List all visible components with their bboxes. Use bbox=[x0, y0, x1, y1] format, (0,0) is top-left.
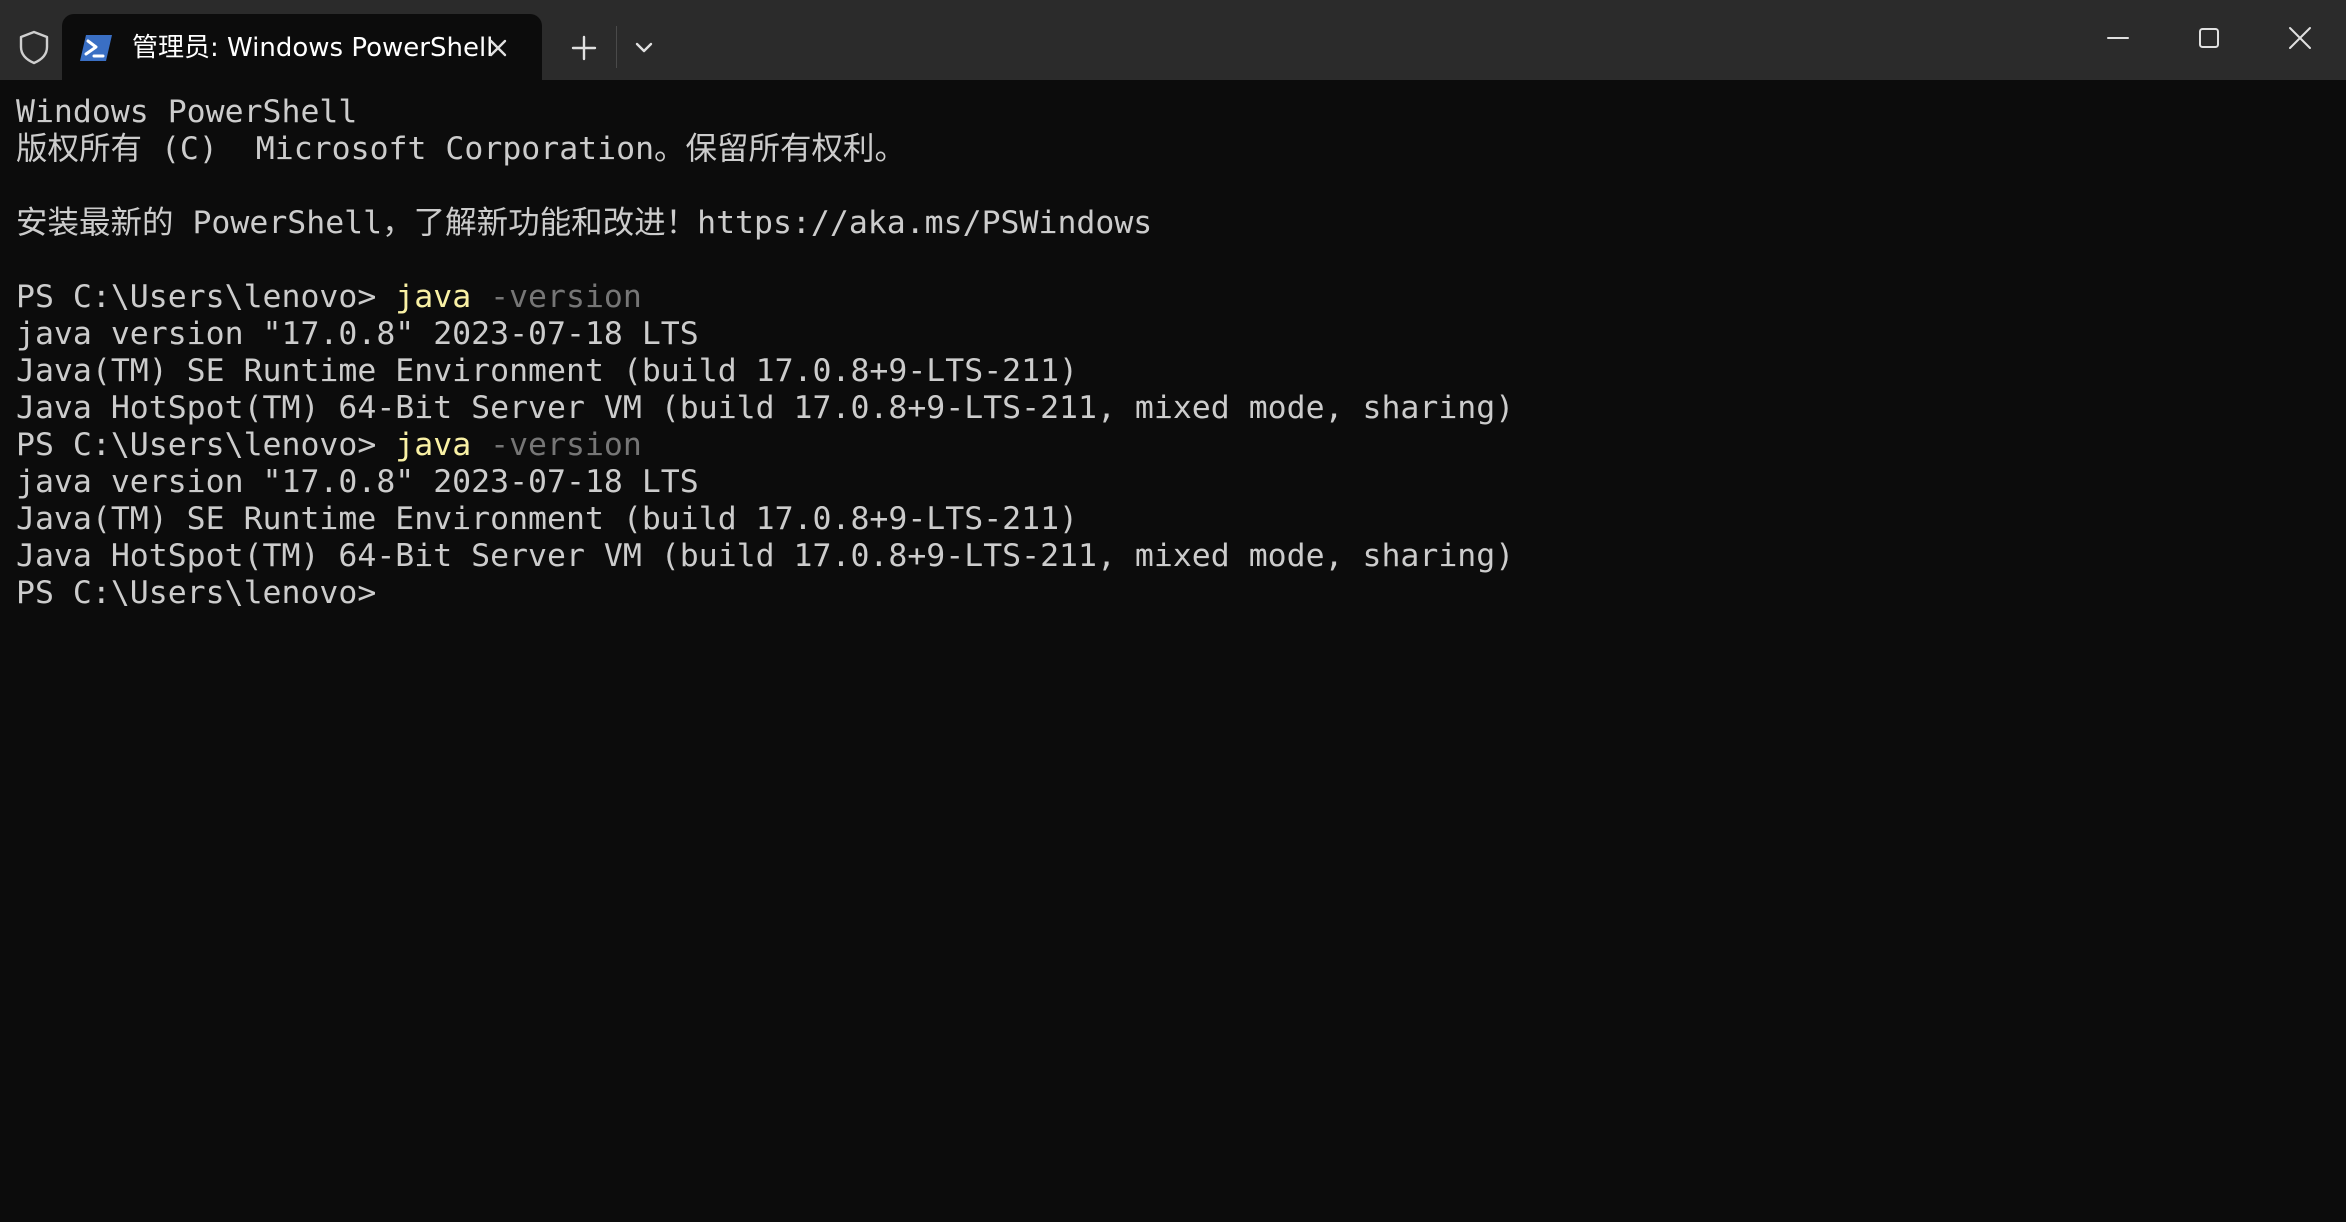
command-parameter: -version bbox=[471, 427, 642, 463]
powershell-icon bbox=[79, 33, 113, 63]
terminal-line: Windows PowerShell bbox=[16, 94, 358, 130]
minimize-button[interactable] bbox=[2098, 18, 2138, 58]
maximize-button[interactable] bbox=[2189, 18, 2229, 58]
close-window-button[interactable] bbox=[2280, 18, 2320, 58]
output-line: java version "17.0.8" 2023-07-18 LTS bbox=[16, 464, 699, 500]
command-name: java bbox=[395, 279, 472, 315]
close-icon bbox=[2289, 27, 2311, 49]
output-line: Java HotSpot(TM) 64-Bit Server VM (build… bbox=[16, 538, 1515, 574]
tab-title: 管理员: Windows PowerShell bbox=[132, 33, 494, 63]
output-line: Java(TM) SE Runtime Environment (build 1… bbox=[16, 501, 1079, 537]
output-line: java version "17.0.8" 2023-07-18 LTS bbox=[16, 316, 699, 352]
title-bar[interactable]: 管理员: Windows PowerShell bbox=[0, 0, 2346, 80]
output-line: Java HotSpot(TM) 64-Bit Server VM (build… bbox=[16, 390, 1515, 426]
tab-divider bbox=[616, 26, 617, 68]
prompt: PS C:\Users\lenovo> bbox=[16, 427, 396, 463]
tab-dropdown-button[interactable] bbox=[628, 32, 660, 64]
chevron-down-icon bbox=[635, 42, 653, 53]
terminal-lines: Windows PowerShell 版权所有 (C) Microsoft Co… bbox=[16, 94, 2316, 612]
tab-powershell[interactable]: 管理员: Windows PowerShell bbox=[62, 14, 542, 80]
terminal-output-area[interactable]: Windows PowerShell 版权所有 (C) Microsoft Co… bbox=[0, 80, 2346, 1222]
command-line: PS C:\Users\lenovo> java -version bbox=[16, 427, 2316, 464]
command-parameter: -version bbox=[471, 279, 642, 315]
maximize-icon bbox=[2199, 28, 2219, 48]
tab-close-icon[interactable] bbox=[480, 30, 516, 66]
minimize-icon bbox=[2107, 37, 2129, 39]
terminal-window: 管理员: Windows PowerShell Windows PowerShe… bbox=[0, 0, 2346, 1222]
terminal-line: 安装最新的 PowerShell，了解新功能和改进！https://aka.ms… bbox=[16, 205, 1153, 241]
prompt: PS C:\Users\lenovo> bbox=[16, 279, 396, 315]
active-prompt-line[interactable]: PS C:\Users\lenovo> bbox=[16, 575, 2316, 612]
command-name: java bbox=[395, 427, 472, 463]
new-tab-button[interactable] bbox=[564, 28, 604, 68]
output-line: Java(TM) SE Runtime Environment (build 1… bbox=[16, 353, 1079, 389]
plus-icon bbox=[571, 35, 597, 61]
terminal-line: 版权所有 (C) Microsoft Corporation。保留所有权利。 bbox=[16, 131, 907, 167]
shield-icon[interactable] bbox=[14, 27, 54, 67]
command-line: PS C:\Users\lenovo> java -version bbox=[16, 279, 2316, 316]
